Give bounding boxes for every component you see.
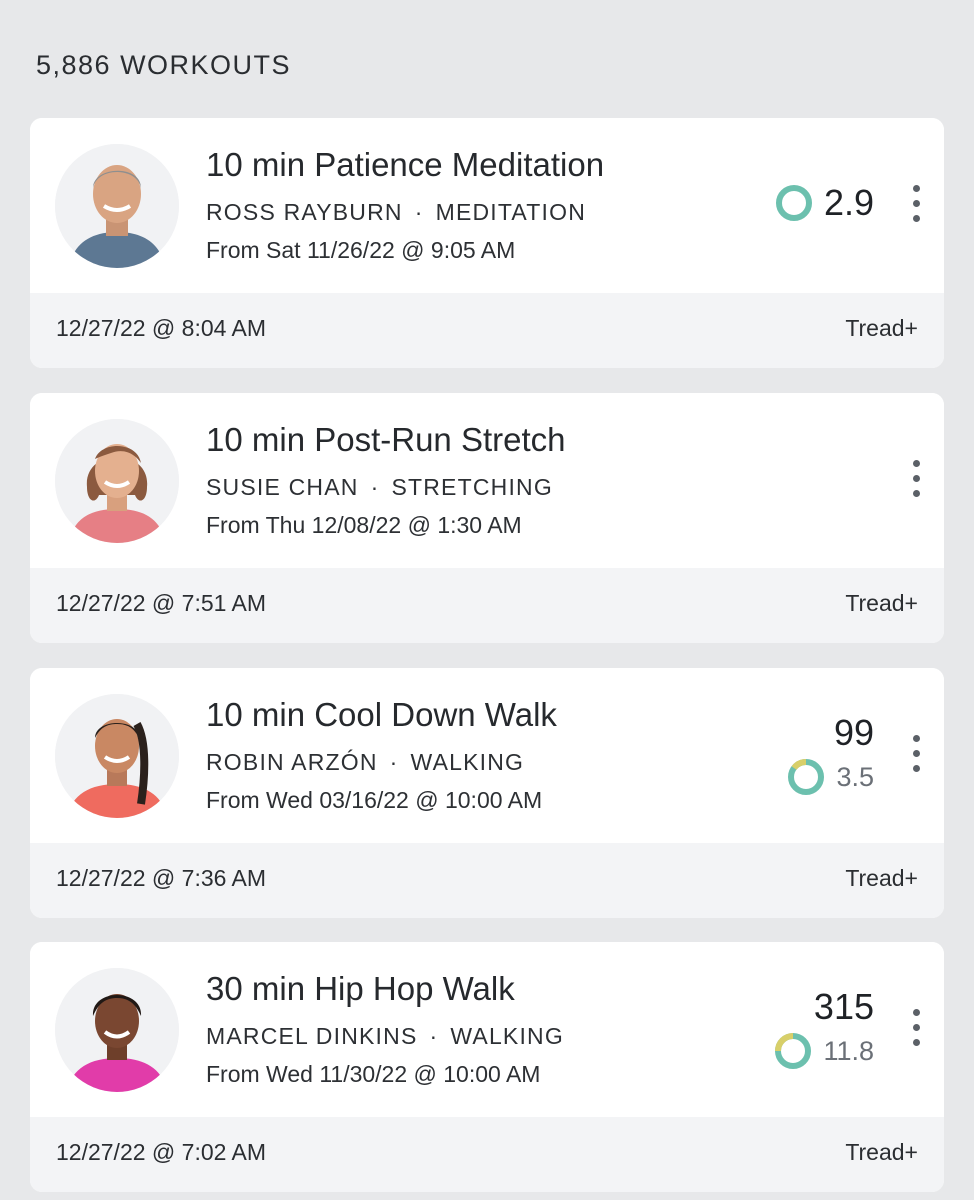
strive-score-value: 11.8 xyxy=(823,1035,874,1066)
class-category: MEDITATION xyxy=(435,199,587,225)
strive-score-row: 11.8 xyxy=(773,1031,874,1071)
more-options-icon[interactable] xyxy=(906,735,926,779)
instructor-avatar xyxy=(55,694,179,818)
device-label: Tread+ xyxy=(845,865,918,891)
workout-card[interactable]: 10 min Cool Down Walk ROBIN ARZÓN · WALKIN… xyxy=(30,668,944,918)
class-original-air-date: From Wed 03/16/22 @ 10:00 AM xyxy=(206,787,543,813)
class-meta: MARCEL DINKINS · WALKING xyxy=(206,1023,564,1050)
workout-card-footer: 12/27/22 @ 7:36 AM Tread+ xyxy=(30,843,944,918)
workout-card-footer: 12/27/22 @ 7:02 AM Tread+ xyxy=(30,1117,944,1192)
workout-card-footer: 12/27/22 @ 8:04 AM Tread+ xyxy=(30,293,944,368)
instructor-name: ROBIN ARZÓN xyxy=(206,749,378,775)
instructor-photo-icon xyxy=(55,694,179,818)
device-label: Tread+ xyxy=(845,315,918,341)
instructor-photo-icon xyxy=(55,968,179,1092)
instructor-name: ROSS RAYBURN xyxy=(206,199,403,225)
more-options-icon[interactable] xyxy=(906,185,926,229)
meta-separator: · xyxy=(414,199,424,225)
more-options-icon[interactable] xyxy=(906,460,926,504)
workout-card[interactable]: 10 min Patience Meditation ROSS RAYBURN ·… xyxy=(30,118,944,368)
completed-date: 12/27/22 @ 7:51 AM xyxy=(56,590,267,616)
strive-ring-icon xyxy=(775,1033,812,1069)
class-category: STRETCHING xyxy=(391,474,553,500)
workout-card-main[interactable]: 10 min Post-Run Stretch SUSIE CHAN · STRET… xyxy=(30,393,944,568)
class-category: WALKING xyxy=(410,749,525,775)
class-meta: SUSIE CHAN · STRETCHING xyxy=(206,474,553,501)
meta-separator: · xyxy=(389,749,399,775)
completed-date: 12/27/22 @ 7:02 AM xyxy=(56,1139,267,1165)
class-original-air-date: From Thu 12/08/22 @ 1:30 AM xyxy=(206,512,522,538)
more-options-icon[interactable] xyxy=(906,1009,926,1053)
total-output-row: 315 xyxy=(814,986,874,1028)
class-category: WALKING xyxy=(450,1023,564,1049)
device-label: Tread+ xyxy=(845,1139,918,1165)
instructor-avatar xyxy=(55,419,179,543)
class-title: 10 min Cool Down Walk xyxy=(206,696,557,733)
instructor-photo-icon xyxy=(55,144,179,268)
workout-card[interactable]: 30 min Hip Hop Walk MARCEL DINKINS · WALKI… xyxy=(30,942,944,1192)
class-title: 10 min Post-Run Stretch xyxy=(206,421,566,458)
instructor-name: SUSIE CHAN xyxy=(206,474,359,500)
workout-card[interactable]: 10 min Post-Run Stretch SUSIE CHAN · STRET… xyxy=(30,393,944,643)
strive-score-value: 2.9 xyxy=(823,182,874,223)
workout-card-main[interactable]: 10 min Patience Meditation ROSS RAYBURN ·… xyxy=(30,118,944,293)
class-original-air-date: From Sat 11/26/22 @ 9:05 AM xyxy=(206,237,516,263)
meta-separator: · xyxy=(429,1023,439,1049)
meta-separator: · xyxy=(370,474,380,500)
class-original-air-date: From Wed 11/30/22 @ 10:00 AM xyxy=(206,1061,541,1087)
completed-date: 12/27/22 @ 7:36 AM xyxy=(56,865,267,891)
total-output-value: 99 xyxy=(833,712,874,753)
total-output-row: 99 xyxy=(834,712,874,754)
workout-card-footer: 12/27/22 @ 7:51 AM Tread+ xyxy=(30,568,944,643)
device-label: Tread+ xyxy=(845,590,918,616)
strive-score-row: 3.5 xyxy=(786,757,874,797)
total-output-value: 315 xyxy=(813,986,874,1027)
completed-date: 12/27/22 @ 8:04 AM xyxy=(56,315,267,341)
instructor-avatar xyxy=(55,144,179,268)
strive-ring-icon xyxy=(788,759,825,795)
strive-score-row: 2.9 xyxy=(774,182,874,224)
class-meta: ROSS RAYBURN · MEDITATION xyxy=(206,199,586,226)
instructor-photo-icon xyxy=(55,419,179,543)
workout-card-main[interactable]: 30 min Hip Hop Walk MARCEL DINKINS · WALKI… xyxy=(30,942,944,1117)
workout-card-main[interactable]: 10 min Cool Down Walk ROBIN ARZÓN · WALKIN… xyxy=(30,668,944,843)
instructor-avatar xyxy=(55,968,179,1092)
class-title: 30 min Hip Hop Walk xyxy=(206,970,515,1007)
class-title: 10 min Patience Meditation xyxy=(206,146,605,183)
strive-score-value: 3.5 xyxy=(836,761,874,792)
instructor-name: MARCEL DINKINS xyxy=(206,1023,418,1049)
workout-count-header: 5,886 WORKOUTS xyxy=(36,50,292,80)
strive-ring-icon xyxy=(775,185,812,221)
class-meta: ROBIN ARZÓN · WALKING xyxy=(206,749,524,776)
